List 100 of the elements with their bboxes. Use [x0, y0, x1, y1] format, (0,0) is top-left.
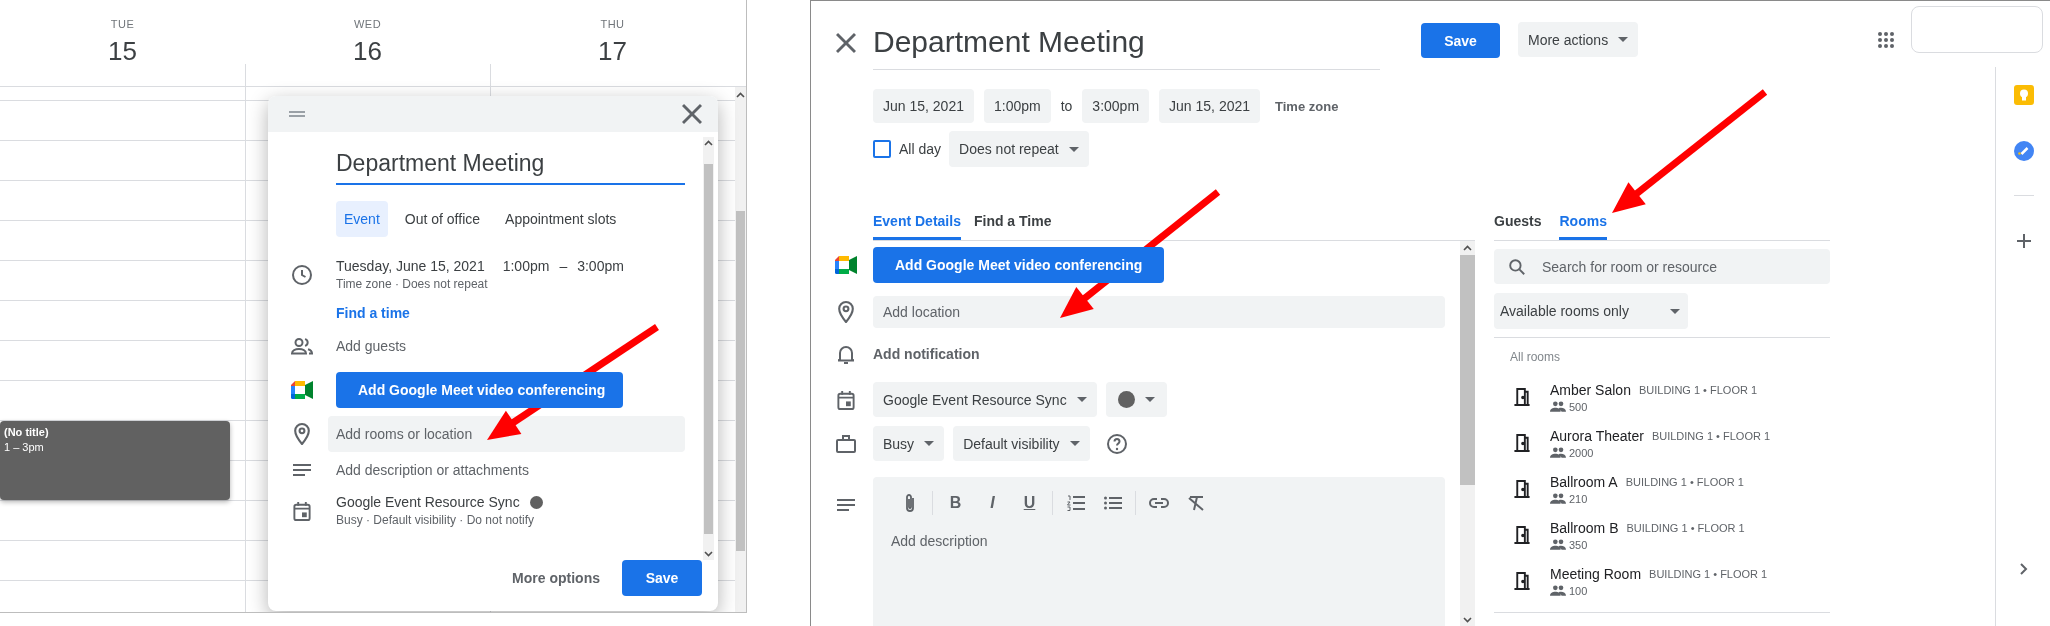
tab[interactable]: Rooms: [1559, 202, 1607, 240]
tab[interactable]: Event Details: [873, 202, 961, 240]
chevron-up-icon[interactable]: [736, 92, 745, 98]
calendar-icon: [293, 500, 311, 521]
location-field[interactable]: Add location: [873, 296, 1445, 328]
clock-icon: [292, 264, 312, 285]
video-camera-icon: [835, 256, 857, 274]
room-name[interactable]: Aurora Theater: [1550, 427, 1644, 444]
tab[interactable]: Find a Time: [973, 202, 1052, 240]
room-name[interactable]: Amber Salon: [1550, 381, 1631, 398]
start-time[interactable]: 1:00pm: [502, 258, 550, 274]
room-name[interactable]: Meeting Room: [1550, 565, 1642, 582]
plus-icon[interactable]: [2017, 234, 2031, 248]
location-pin-icon: [294, 423, 310, 445]
scrollbar[interactable]: [703, 137, 714, 560]
caret-icon: [1076, 397, 1087, 402]
briefcase-icon: [836, 434, 856, 453]
door-icon: [1514, 572, 1530, 590]
repeat-dropdown[interactable]: Does not repeat: [949, 131, 1089, 167]
tasks-icon[interactable]: [2014, 141, 2034, 161]
door-icon: [1514, 434, 1530, 452]
room-capacity: 350: [1569, 538, 1588, 551]
checkbox[interactable]: [873, 140, 891, 158]
people-icon: [291, 337, 313, 355]
guests-field[interactable]: Add guests: [336, 338, 407, 354]
start-time-button[interactable]: 1:00pm: [983, 89, 1051, 123]
tab[interactable]: Appointment slots: [497, 201, 625, 237]
chevron-up-icon[interactable]: [1463, 245, 1472, 251]
tab[interactable]: Event: [336, 201, 388, 237]
video-camera-icon: [291, 381, 313, 399]
description-field[interactable]: Add description or attachments: [336, 462, 529, 478]
title-field[interactable]: Department Meeting: [873, 1, 1380, 70]
room-capacity: 210: [1569, 492, 1588, 505]
underline-button[interactable]: U: [1011, 491, 1048, 515]
calendar-name[interactable]: Google Event Resource Sync: [336, 494, 520, 510]
italic-button[interactable]: I: [974, 491, 1011, 515]
room-location: BUILDING 1 • FLOOR 1: [1649, 567, 1768, 580]
more-actions-dropdown[interactable]: More actions: [1518, 22, 1639, 57]
scrollbar[interactable]: [735, 87, 746, 612]
chevron-up-icon[interactable]: [704, 140, 713, 146]
color-dropdown[interactable]: [1105, 382, 1167, 417]
caret-icon: [1144, 397, 1155, 402]
meet-button[interactable]: Add Google Meet video conferencing: [336, 372, 623, 408]
save-button[interactable]: Save: [1421, 23, 1500, 58]
checkbox-label: All day: [899, 141, 942, 157]
location-field[interactable]: Add rooms or location: [328, 416, 685, 452]
help-icon[interactable]: [1106, 433, 1127, 454]
meet-button[interactable]: Add Google Meet video conferencing: [873, 247, 1165, 283]
availability-dropdown[interactable]: Busy: [873, 426, 945, 461]
event-block[interactable]: (No title) 1 – 3pm: [0, 421, 230, 500]
date-text[interactable]: Tuesday, June 15, 2021: [336, 258, 485, 274]
weekday-label: THU: [600, 18, 625, 30]
find-time-link[interactable]: Find a time: [336, 305, 410, 321]
drag-handle-icon[interactable]: [289, 111, 305, 117]
room-capacity: 500: [1569, 400, 1588, 413]
people-icon: [1550, 585, 1566, 596]
door-icon: [1514, 480, 1530, 498]
apps-grid-icon[interactable]: [1877, 31, 1895, 49]
day-number[interactable]: 16: [353, 36, 382, 67]
room-capacity: 100: [1569, 584, 1588, 597]
title-field[interactable]: Department Meeting: [336, 150, 685, 185]
close-icon[interactable]: [836, 33, 856, 53]
room-location: BUILDING 1 • FLOOR 1: [1626, 521, 1745, 534]
save-button[interactable]: Save: [622, 560, 702, 596]
close-icon[interactable]: [682, 104, 702, 124]
weekday-label: WED: [353, 18, 382, 30]
caret-icon: [1069, 441, 1080, 446]
people-icon: [1550, 493, 1566, 504]
day-number[interactable]: 17: [598, 36, 627, 67]
end-time-button[interactable]: 3:00pm: [1082, 89, 1150, 123]
start-date-button[interactable]: Jun 15, 2021: [873, 89, 974, 123]
bold-button[interactable]: B: [937, 491, 974, 515]
chevron-down-icon[interactable]: [1463, 617, 1472, 623]
tab[interactable]: Out of office: [396, 201, 489, 237]
door-icon: [1514, 388, 1530, 406]
scrollbar[interactable]: [1460, 241, 1475, 626]
people-icon: [1550, 539, 1566, 550]
description-editor[interactable]: B I U Add description: [873, 477, 1445, 626]
rooms-filter-dropdown[interactable]: Available rooms only: [1494, 293, 1688, 329]
end-date-button[interactable]: Jun 15, 2021: [1159, 89, 1261, 123]
end-time[interactable]: 3:00pm: [577, 258, 624, 274]
visibility-dropdown[interactable]: Default visibility: [953, 426, 1090, 461]
search-field[interactable]: Search for room or resource: [1494, 249, 1830, 284]
caret-icon: [1670, 308, 1680, 314]
chevron-right-icon[interactable]: [2020, 563, 2028, 575]
more-options-button[interactable]: More options: [504, 560, 608, 596]
time-zone-link[interactable]: Time zone: [1275, 98, 1339, 114]
calendar-color-dot[interactable]: [529, 495, 543, 509]
add-notification-link[interactable]: Add notification: [873, 346, 980, 362]
time-separator: –: [559, 258, 568, 274]
location-pin-icon: [838, 301, 854, 323]
chevron-down-icon[interactable]: [704, 551, 713, 557]
room-name[interactable]: Ballroom B: [1550, 519, 1619, 536]
calendar-dropdown[interactable]: Google Event Resource Sync: [873, 382, 1097, 417]
search-icon: [1509, 258, 1525, 275]
color-dot: [1117, 391, 1135, 408]
notes-icon: [837, 499, 855, 511]
day-number[interactable]: 15: [108, 36, 137, 67]
tab[interactable]: Guests: [1494, 202, 1542, 240]
room-name[interactable]: Ballroom A: [1550, 473, 1618, 490]
